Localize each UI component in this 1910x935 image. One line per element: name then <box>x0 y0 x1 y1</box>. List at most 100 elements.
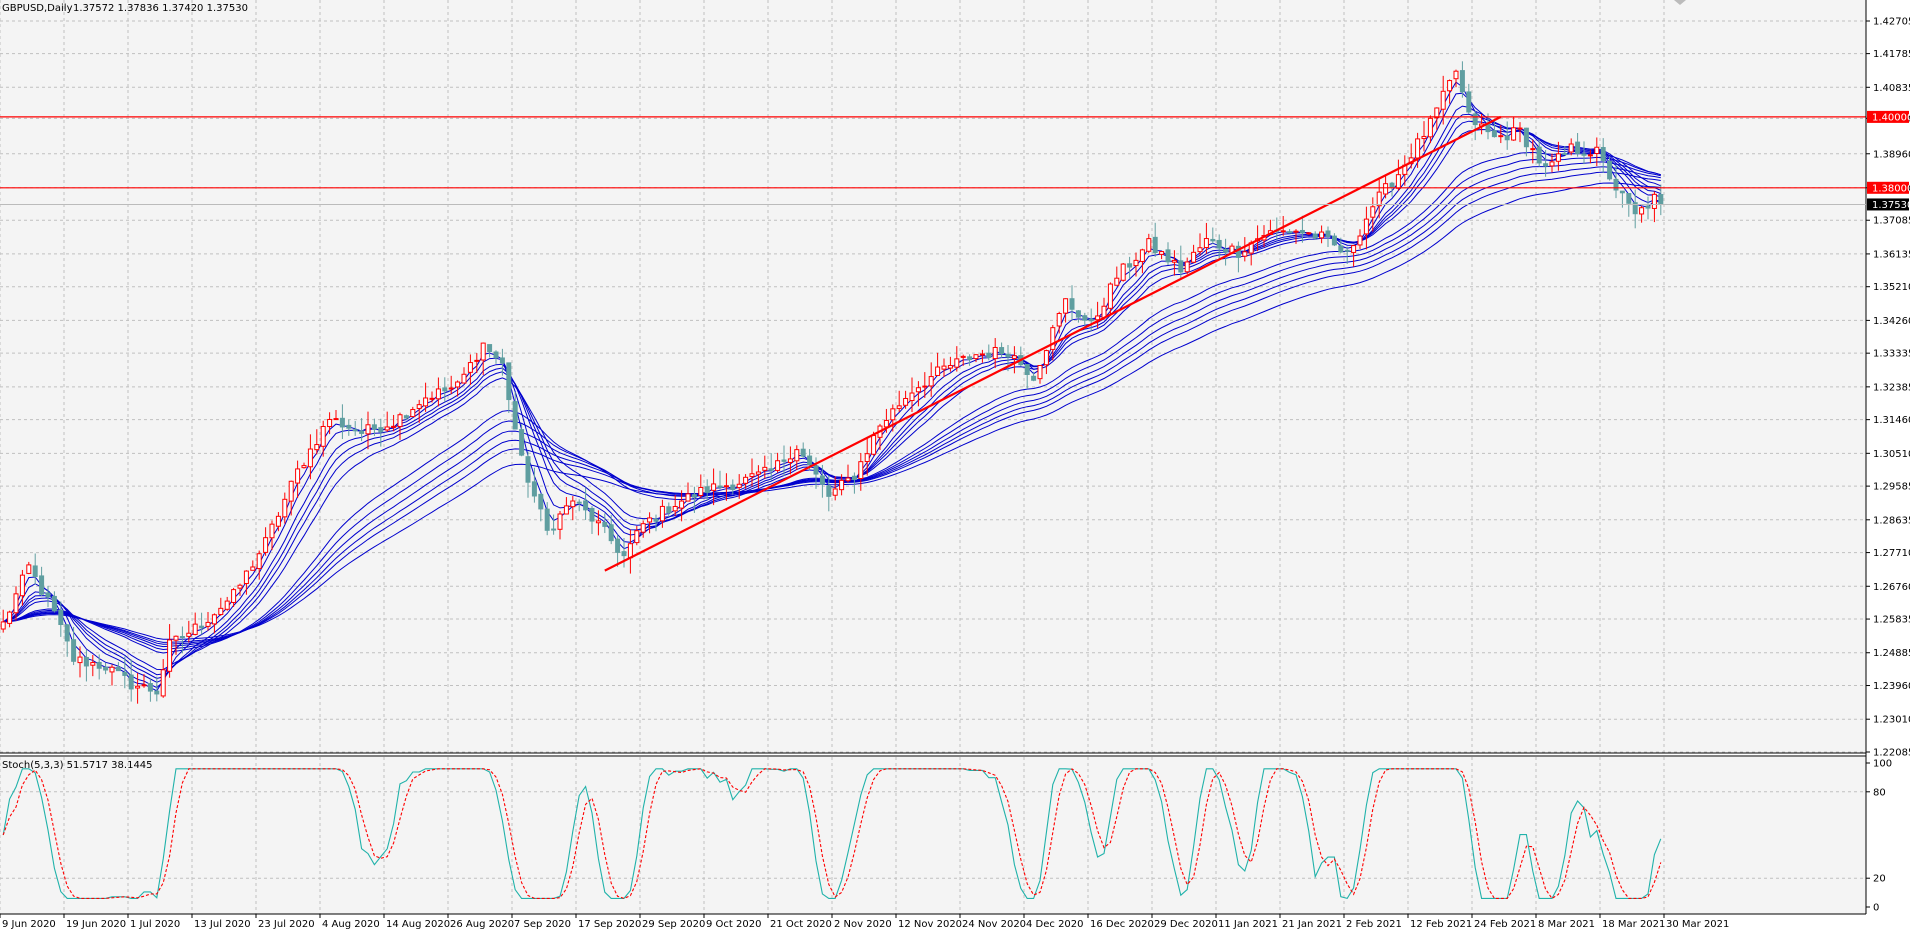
candle-body <box>141 684 147 687</box>
candle-body <box>1165 249 1171 263</box>
candle-body <box>1594 146 1600 154</box>
stoch-axis-label: 100 <box>1873 759 1892 770</box>
candle-body <box>1088 318 1094 322</box>
candle-body <box>941 365 947 370</box>
candle-body <box>512 401 518 430</box>
candle-body <box>295 468 301 484</box>
time-axis-label: 2 Feb 2021 <box>1346 919 1402 930</box>
candle-body <box>51 595 57 612</box>
candle-body <box>115 666 121 672</box>
candle-body <box>359 430 365 434</box>
candle-body <box>314 444 320 451</box>
candle-body <box>1210 238 1216 242</box>
candle-body <box>672 505 678 512</box>
candle-body <box>13 593 19 614</box>
candle-body <box>736 483 742 489</box>
candle-body <box>1082 315 1088 321</box>
candle-body <box>1203 238 1209 248</box>
candle-body <box>947 365 953 369</box>
stoch-axis-label: 0 <box>1873 903 1879 914</box>
candle-body <box>448 387 454 390</box>
candle-body <box>525 456 531 483</box>
candle-body <box>1152 236 1158 254</box>
candle-body <box>1568 143 1574 153</box>
candle-body <box>64 624 70 642</box>
price-axis-label: 1.25835 <box>1873 615 1910 626</box>
candle-body <box>1242 251 1248 257</box>
candle-body <box>1159 251 1165 255</box>
candle-body <box>320 425 326 447</box>
candle-body <box>890 408 896 421</box>
candle-body <box>1069 298 1075 310</box>
candle-body <box>749 473 755 477</box>
candle-body <box>768 468 774 471</box>
candle-body <box>1607 160 1613 180</box>
candle-body <box>659 505 665 522</box>
candle-body <box>563 505 569 515</box>
time-axis-label: 4 Dec 2020 <box>1026 919 1084 930</box>
time-axis-label: 4 Aug 2020 <box>322 919 380 930</box>
candle-body <box>1223 248 1229 253</box>
candle-body <box>205 621 211 627</box>
chart-window[interactable]: GBPUSD,Daily 1.37572 1.37836 1.37420 1.3… <box>0 0 1910 935</box>
time-axis[interactable]: 9 Jun 2020 19 Jun 2020 1 Jul 2020 13 Jul 20… <box>0 914 1729 930</box>
candle-body <box>403 415 409 419</box>
candle-body <box>1389 182 1395 188</box>
candle-body <box>762 466 768 471</box>
current-price-label: 1.37530 <box>1872 200 1910 211</box>
stoch-axis[interactable]: 100 80 20 0 <box>1866 759 1892 914</box>
candle-body <box>999 347 1005 355</box>
price-axis-label: 1.36135 <box>1873 249 1910 260</box>
candle-body <box>1498 135 1504 138</box>
candle-body <box>237 584 243 589</box>
candle-body <box>339 417 345 428</box>
candle-body <box>122 671 128 676</box>
time-axis-label: 9 Oct 2020 <box>706 919 761 930</box>
candle-body <box>493 351 499 359</box>
candle-body <box>723 485 729 488</box>
price-axis-label: 1.27710 <box>1873 548 1910 559</box>
candle-body <box>1581 153 1587 156</box>
candle-body <box>1293 230 1299 233</box>
time-axis-label: 2 Nov 2020 <box>834 919 892 930</box>
time-axis-label: 9 Jun 2020 <box>2 919 56 930</box>
candle-body <box>1287 231 1293 234</box>
candle-body <box>909 392 915 402</box>
candle-body <box>1031 375 1037 381</box>
candle-body <box>807 455 813 466</box>
time-axis-label: 30 Mar 2021 <box>1666 919 1729 930</box>
candle-body <box>704 486 710 493</box>
candle-body <box>282 498 288 518</box>
candle-body <box>960 355 966 358</box>
candle-body <box>1139 249 1145 262</box>
candle-body <box>781 459 787 462</box>
candle-body <box>32 565 38 577</box>
candle-body <box>1037 364 1043 380</box>
candle-body <box>346 424 352 429</box>
price-axis-label: 1.29585 <box>1873 482 1910 493</box>
price-axis-label: 1.35210 <box>1873 282 1910 293</box>
candle-body <box>211 614 217 625</box>
candle-body <box>275 515 281 527</box>
candle-body <box>583 500 589 511</box>
candle-body <box>551 528 557 531</box>
candle-body <box>935 366 941 376</box>
candle-body <box>1511 127 1517 141</box>
candle-body <box>730 484 736 491</box>
price-panel[interactable] <box>0 0 1866 752</box>
candle-body <box>7 611 13 624</box>
candle-body <box>967 356 973 360</box>
time-axis-label: 19 Jun 2020 <box>66 919 126 930</box>
price-axis-label: 1.23010 <box>1873 715 1910 726</box>
stoch-panel[interactable] <box>0 757 1866 914</box>
candle-body <box>250 566 256 571</box>
price-axis-label: 1.37085 <box>1873 216 1910 227</box>
candle-body <box>179 636 185 639</box>
time-axis-label: 12 Nov 2020 <box>898 919 962 930</box>
candle-body <box>1197 247 1203 253</box>
time-axis-label: 17 Sep 2020 <box>578 919 641 930</box>
candle-body <box>691 494 697 498</box>
candle-body <box>813 465 819 475</box>
time-axis-label: 21 Oct 2020 <box>770 919 832 930</box>
price-axis-label: 1.38960 <box>1873 149 1910 160</box>
